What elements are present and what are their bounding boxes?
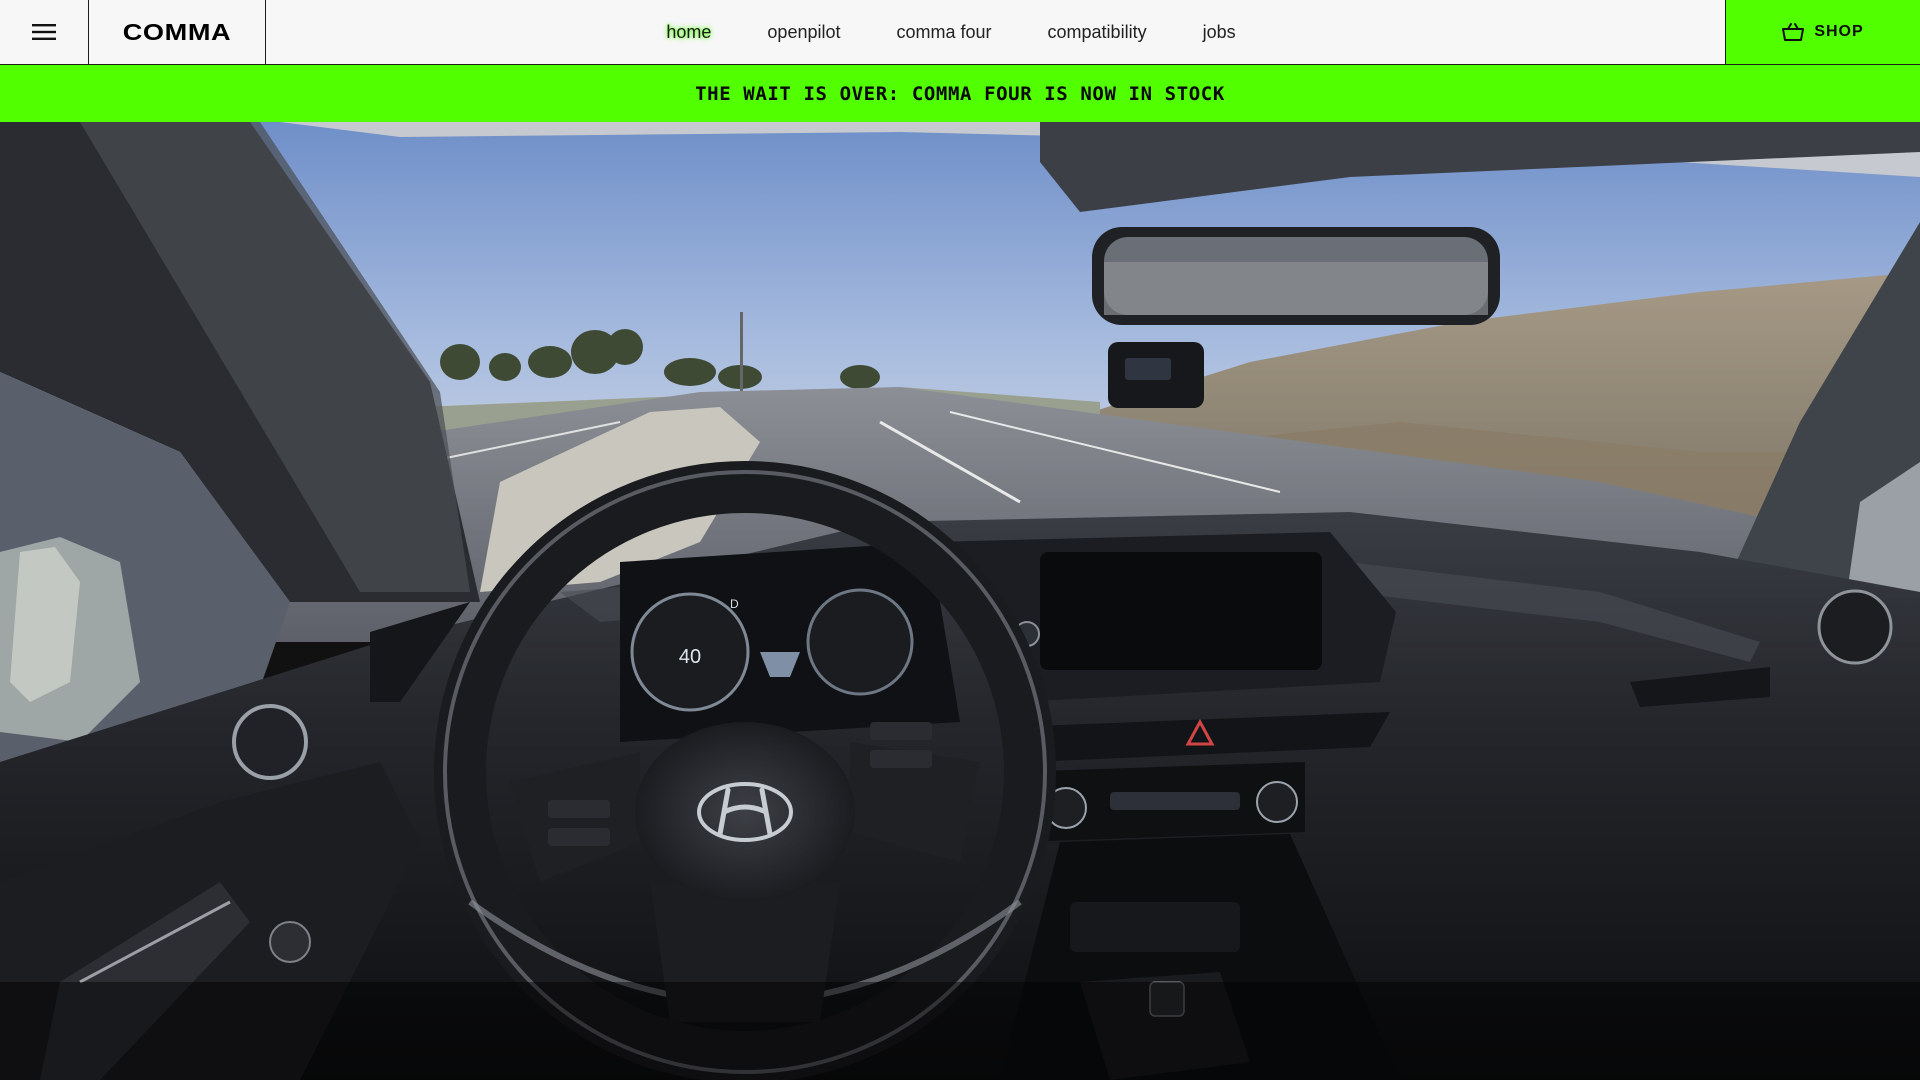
nav-list: home openpilot comma four compatibility … [638,22,1263,43]
speed-readout: 40 [679,646,701,668]
main-nav: home openpilot comma four compatibility … [0,0,1920,64]
hero-video: 40 D [0,122,1920,1080]
top-navigation-bar: COMMA home openpilot comma four compatib… [0,0,1920,65]
hamburger-menu-icon[interactable] [32,23,56,41]
banner-text: THE WAIT IS OVER: COMMA FOUR IS NOW IN S… [695,82,1225,105]
logo-link[interactable]: COMMA [89,0,266,64]
shop-button[interactable]: SHOP [1725,0,1920,64]
basket-icon [1782,23,1805,41]
shop-label: SHOP [1814,23,1864,40]
nav-compatibility[interactable]: compatibility [1020,22,1175,43]
car-interior-image: 40 D [0,122,1920,1080]
nav-home[interactable]: home [638,22,739,43]
nav-comma-four[interactable]: comma four [869,22,1020,43]
logo: COMMA [122,18,232,45]
nav-openpilot[interactable]: openpilot [739,22,868,43]
nav-jobs[interactable]: jobs [1175,22,1264,43]
menu-button[interactable] [0,0,89,64]
gear-indicator: D [730,597,739,611]
announcement-banner[interactable]: THE WAIT IS OVER: COMMA FOUR IS NOW IN S… [0,65,1920,122]
